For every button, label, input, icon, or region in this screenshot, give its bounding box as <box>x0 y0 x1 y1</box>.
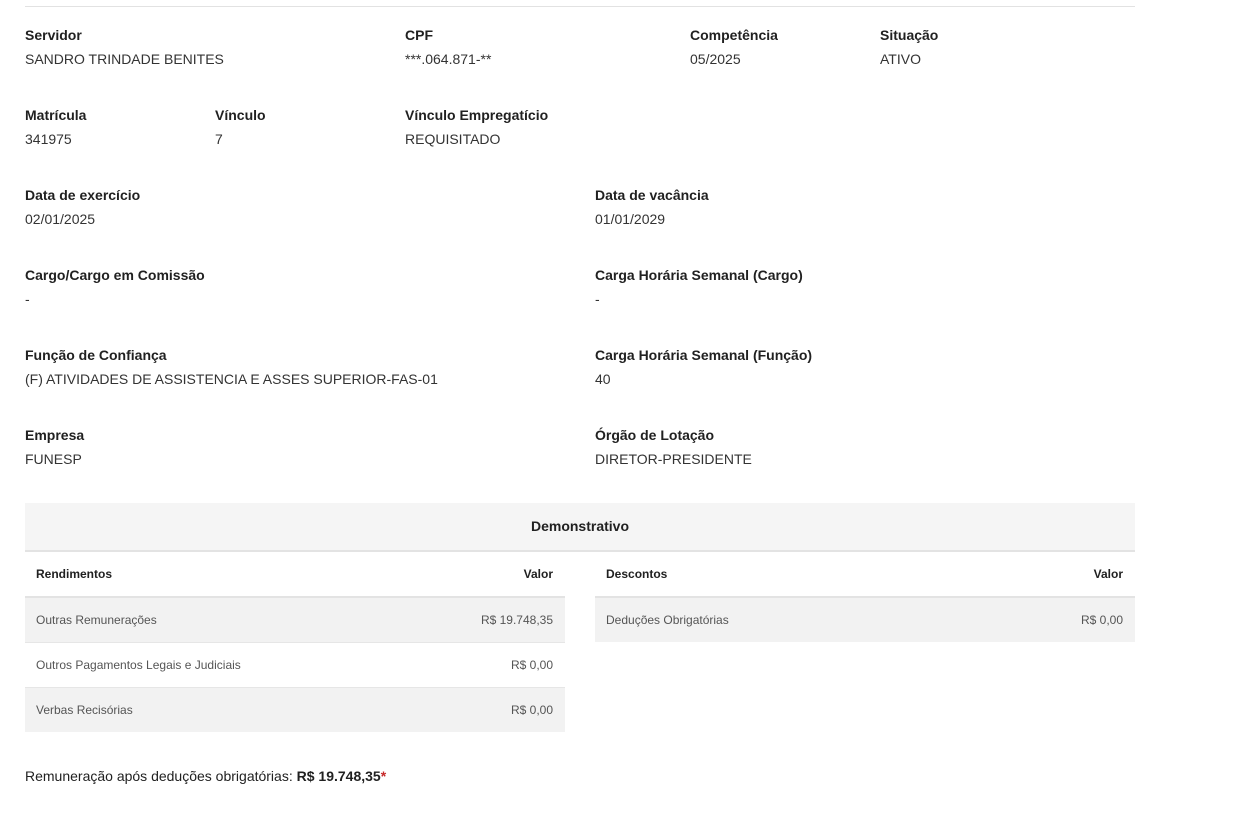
field-label: Data de exercício <box>25 187 141 203</box>
demonstrativo-title: Demonstrativo <box>25 503 1135 552</box>
field-value: DIRETOR-PRESIDENTE <box>595 451 752 467</box>
column-header-valor: Valor <box>405 552 565 598</box>
field-value: REQUISITADO <box>405 131 501 147</box>
field-orgao: Órgão de Lotação DIRETOR-PRESIDENTE <box>595 426 752 468</box>
column-header-rendimentos: Rendimentos <box>25 552 406 598</box>
field-cargo: Cargo/Cargo em Comissão - <box>25 266 205 308</box>
field-value: 341975 <box>25 131 72 147</box>
top-divider <box>25 6 1135 7</box>
row-label: Outras Remunerações <box>25 597 406 643</box>
field-label: Data de vacância <box>595 187 709 203</box>
field-carga-cargo: Carga Horária Semanal (Cargo) - <box>595 266 803 308</box>
row-label: Deduções Obrigatórias <box>595 597 969 642</box>
summary-label: Remuneração após deduções obrigatórias: <box>25 768 297 784</box>
field-vinculo-empregaticio: Vínculo Empregatício REQUISITADO <box>405 106 548 148</box>
field-label: Vínculo Empregatício <box>405 107 549 123</box>
field-data-exercicio: Data de exercício 02/01/2025 <box>25 186 140 228</box>
field-value: SANDRO TRINDADE BENITES <box>25 51 224 67</box>
field-value: 01/01/2029 <box>595 211 666 227</box>
column-header-descontos: Descontos <box>595 552 969 598</box>
summary-asterisk: * <box>380 768 387 784</box>
field-label: Situação <box>880 27 939 43</box>
field-label: Vínculo <box>215 107 266 123</box>
field-label: Empresa <box>25 427 85 443</box>
field-value: - <box>25 291 30 307</box>
field-competencia: Competência 05/2025 <box>690 26 778 68</box>
field-value: ***.064.871-** <box>405 51 492 67</box>
field-data-vacancia: Data de vacância 01/01/2029 <box>595 186 709 228</box>
table-row: Outras Remunerações R$ 19.748,35 <box>25 597 565 643</box>
field-funcao: Função de Confiança (F) ATIVIDADES DE AS… <box>25 346 438 388</box>
column-header-valor: Valor <box>968 552 1135 598</box>
field-value: 05/2025 <box>690 51 741 67</box>
field-value: 40 <box>595 371 611 387</box>
field-value: (F) ATIVIDADES DE ASSISTENCIA E ASSES SU… <box>25 371 438 387</box>
row-label: Outros Pagamentos Legais e Judiciais <box>25 642 406 688</box>
row-value: R$ 0,00 <box>968 597 1135 642</box>
field-situacao: Situação ATIVO <box>880 26 938 68</box>
field-value: ATIVO <box>880 51 921 67</box>
field-value: 7 <box>215 131 223 147</box>
net-remuneration-summary: Remuneração após deduções obrigatórias: … <box>25 768 386 784</box>
field-servidor: Servidor SANDRO TRINDADE BENITES <box>25 26 224 68</box>
field-cpf: CPF ***.064.871-** <box>405 26 491 68</box>
field-label: Cargo/Cargo em Comissão <box>25 267 205 283</box>
field-vinculo: Vínculo 7 <box>215 106 266 148</box>
field-label: Órgão de Lotação <box>595 427 715 443</box>
field-value: FUNESP <box>25 451 82 467</box>
table-row: Verbas Recisórias R$ 0,00 <box>25 687 565 732</box>
field-label: Carga Horária Semanal (Cargo) <box>595 267 803 283</box>
rendimentos-table: Rendimentos Valor Outras Remunerações R$… <box>25 552 565 732</box>
field-value: - <box>595 291 600 307</box>
servant-detail-page: Servidor SANDRO TRINDADE BENITES CPF ***… <box>0 0 1250 836</box>
table-row: Deduções Obrigatórias R$ 0,00 <box>595 597 1135 642</box>
row-label: Verbas Recisórias <box>25 687 406 732</box>
field-label: CPF <box>405 27 433 43</box>
summary-amount: R$ 19.748,35 <box>296 768 381 784</box>
table-header-row: Rendimentos Valor <box>25 552 565 598</box>
field-label: Carga Horária Semanal (Função) <box>595 347 813 363</box>
field-empresa: Empresa FUNESP <box>25 426 84 468</box>
table-row: Outros Pagamentos Legais e Judiciais R$ … <box>25 642 565 688</box>
table-header-row: Descontos Valor <box>595 552 1135 598</box>
field-label: Servidor <box>25 27 82 43</box>
row-value: R$ 0,00 <box>405 687 565 732</box>
field-value: 02/01/2025 <box>25 211 96 227</box>
field-label: Matrícula <box>25 107 87 123</box>
field-label: Competência <box>690 27 778 43</box>
row-value: R$ 0,00 <box>405 642 565 688</box>
field-carga-funcao: Carga Horária Semanal (Função) 40 <box>595 346 812 388</box>
field-matricula: Matrícula 341975 <box>25 106 86 148</box>
field-label: Função de Confiança <box>25 347 167 363</box>
row-value: R$ 19.748,35 <box>405 597 565 643</box>
descontos-table: Descontos Valor Deduções Obrigatórias R$… <box>595 552 1135 642</box>
